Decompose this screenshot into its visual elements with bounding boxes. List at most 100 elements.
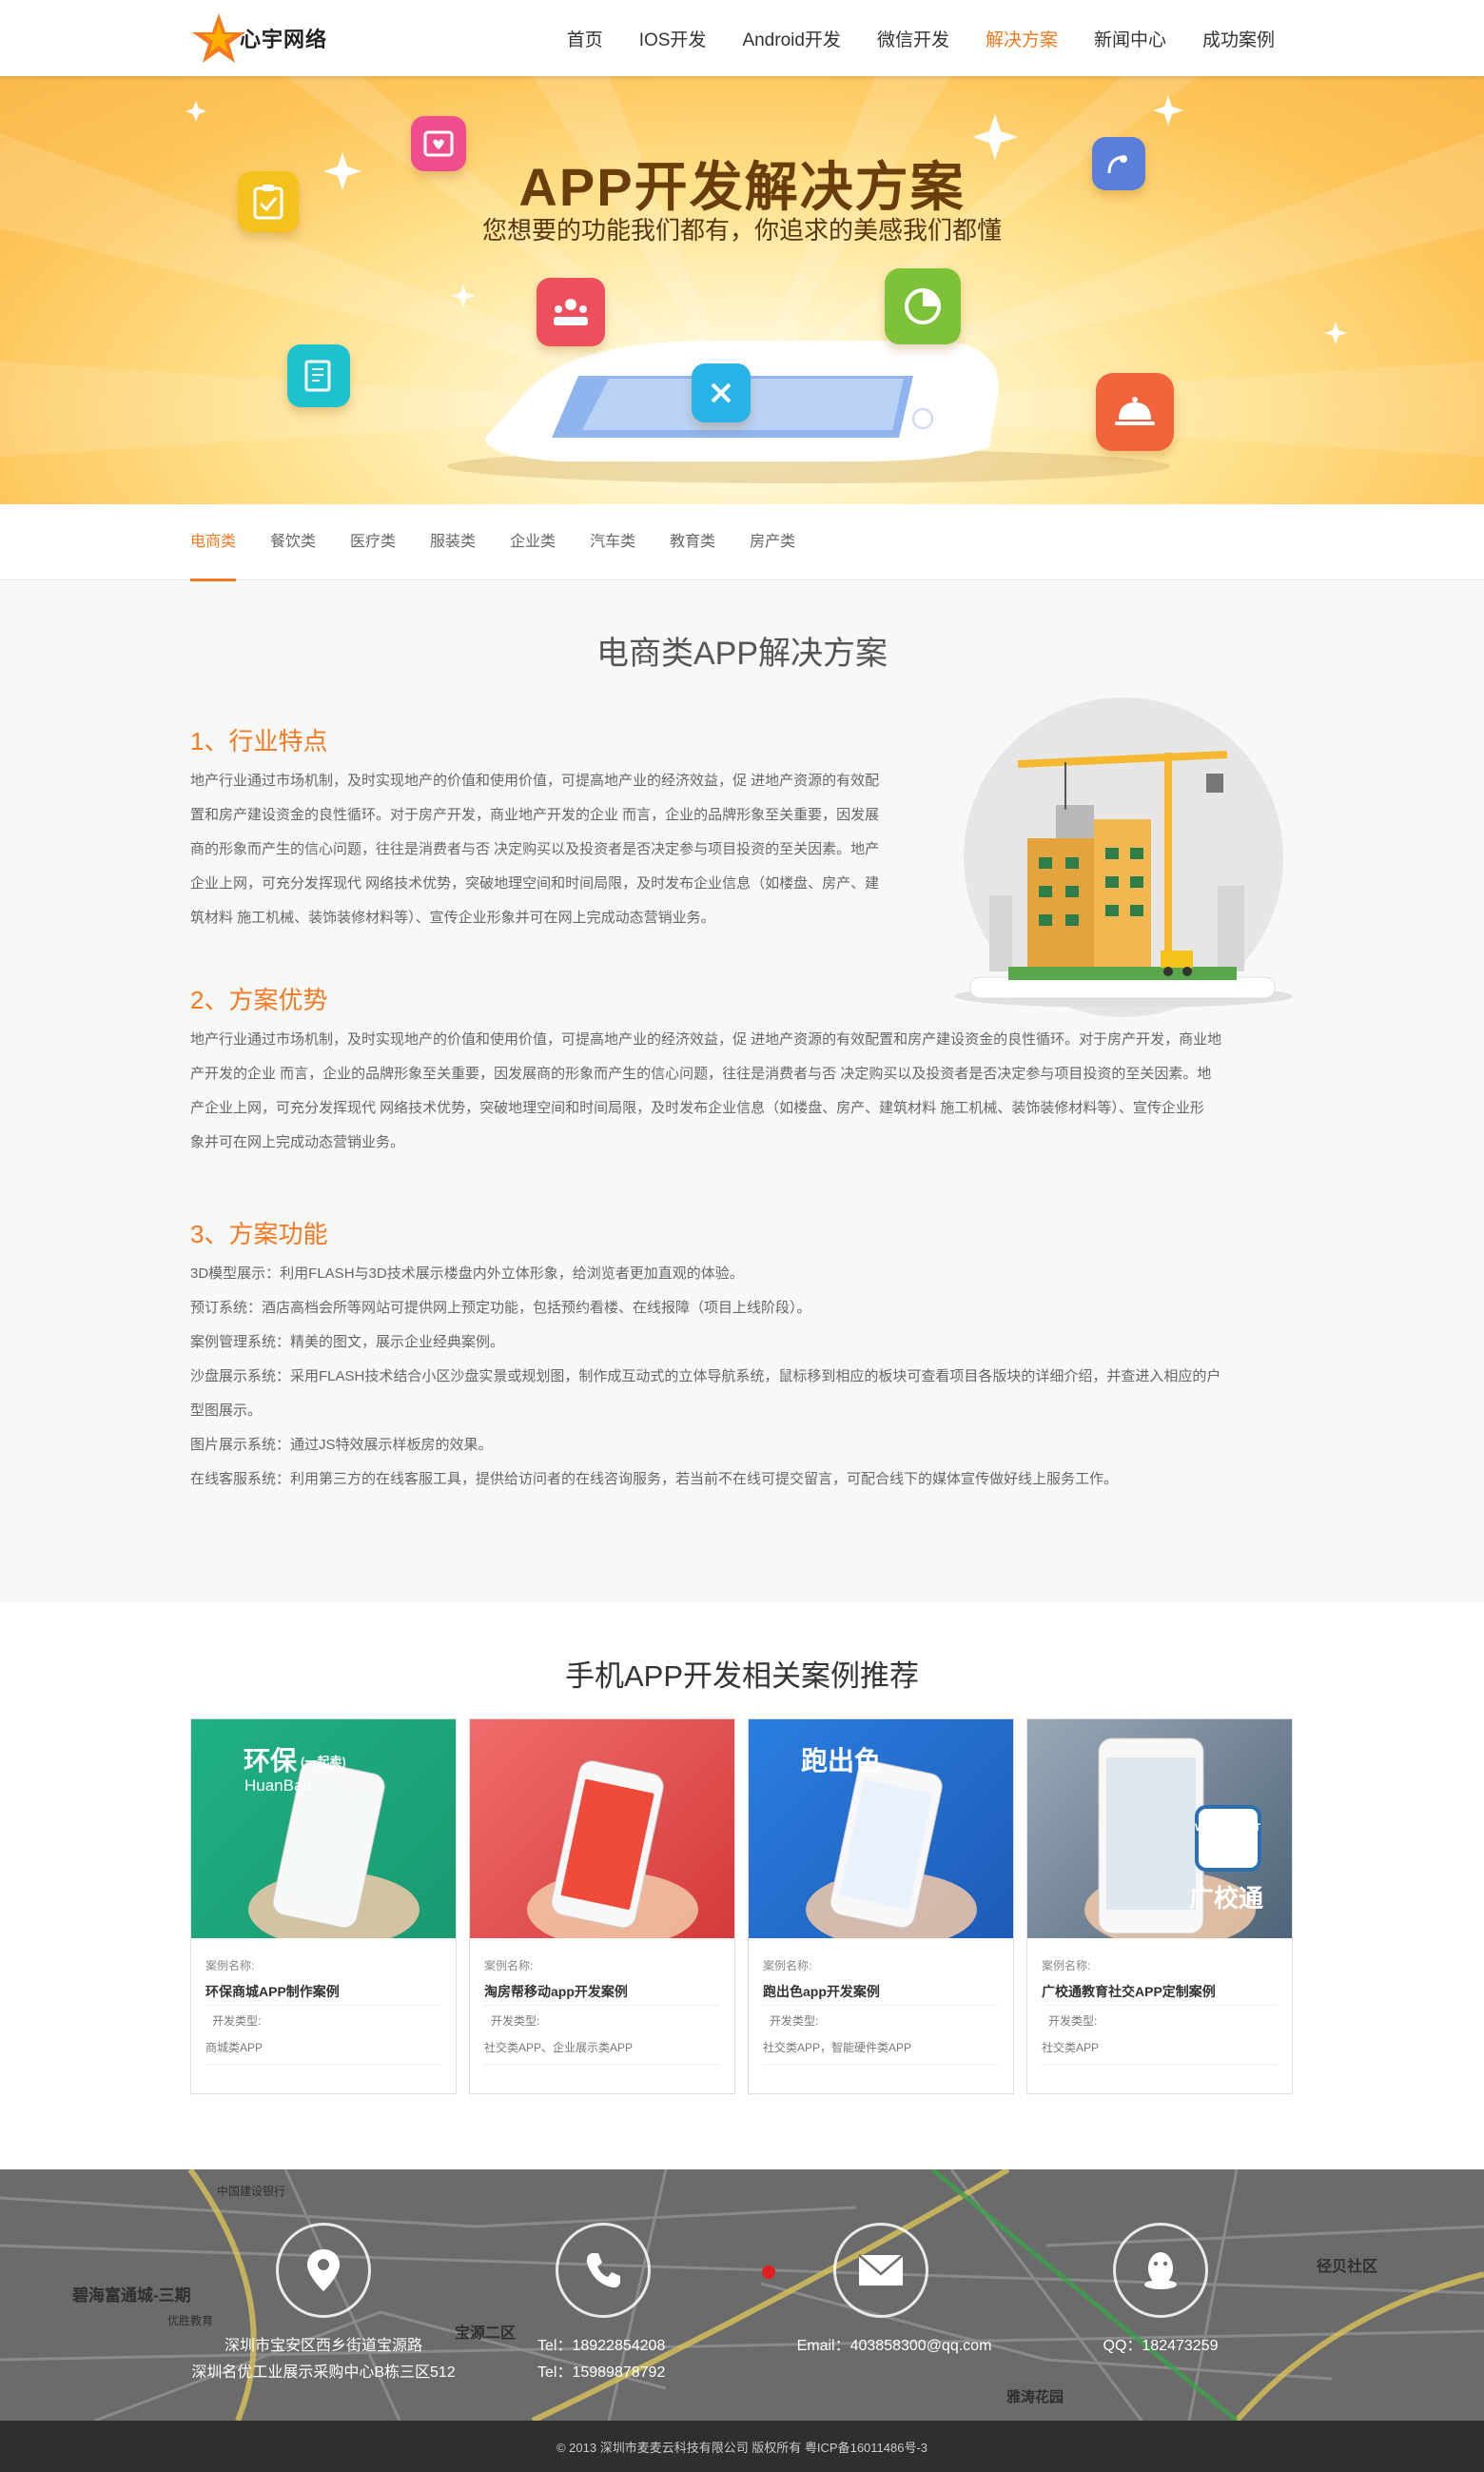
case-brand: 环保: [244, 1746, 298, 1776]
copyright-bar: © 2013 深圳市麦麦云科技有限公司 版权所有 粤ICP备16011486号-…: [0, 2421, 1484, 2472]
book-icon: [287, 344, 350, 407]
cases-title: 手机APP开发相关案例推荐: [564, 1659, 920, 1693]
satellite-dish-icon: [1092, 137, 1145, 190]
section-2-title: 2、方案优势: [190, 986, 328, 1014]
nav-item-2[interactable]: IOS开发: [639, 26, 707, 51]
phone-icon: [556, 2223, 651, 2318]
case-brand-en: HuanBao: [244, 1776, 312, 1795]
logo-text: 心宇网络: [240, 28, 328, 51]
case-brand: 跑出色: [801, 1746, 882, 1776]
s3-line: 在线客服系统：利用第三方的在线客服工具，提供给访问者的在线咨询服务，若当前不在线…: [190, 1471, 1119, 1487]
case-name[interactable]: 广校通教育社交APP定制案例: [1042, 1982, 1216, 2001]
category-tab-6[interactable]: 汽车类: [590, 504, 635, 580]
case-name-label: 案例名称:: [205, 1959, 255, 1972]
construction-illustration: [954, 697, 1293, 1017]
category-tabs: 电商类 餐饮类 医疗类 服装类 企业类 汽车类 教育类 房产类: [0, 504, 1484, 581]
case-card[interactable]: 广校通 WHATSCHAT 案例名称: 广校通教育社交APP定制案例 开发类型: …: [1026, 1718, 1293, 2094]
food-cloche-icon: [1096, 373, 1174, 451]
case-card[interactable]: 环保 (一起卖) HuanBao 案例名称: 环保商城APP制作案例 开发类型: 商…: [190, 1718, 457, 2094]
s1-line: 地产行业通过市场机制，及时实现地产的价值和使用价值，可提高地产业的经济效益，促 …: [190, 773, 880, 789]
category-tab-1[interactable]: 电商类: [190, 504, 237, 581]
case-type: 商城类APP: [205, 2041, 264, 2054]
nav-item-1[interactable]: 首页: [567, 26, 603, 51]
case-image: 环保 (一起卖) HuanBao: [191, 1719, 456, 1938]
case-type-label: 开发类型:: [491, 2014, 540, 2028]
solution-title: 电商类APP解决方案: [596, 636, 888, 672]
nav-item-6[interactable]: 新闻中心: [1094, 26, 1166, 51]
clipboard-icon: [238, 171, 299, 232]
category-tab-7[interactable]: 教育类: [670, 504, 715, 580]
category-tab-2[interactable]: 餐饮类: [270, 504, 316, 580]
site-logo[interactable]: 心宇网络: [190, 11, 327, 65]
section-2-text: 地产行业通过市场机制，及时实现地产的价值和使用价值，可提高地产业的经济效益，促 …: [190, 1023, 1303, 1160]
banner-subtitle: 您想要的功能我们都有，你追求的美感我们都懂: [481, 216, 1002, 245]
case-divider: [205, 2064, 441, 2065]
s3-line: 型图展示。: [190, 1403, 263, 1419]
case-card[interactable]: 案例名称: 淘房帮移动app开发案例 开发类型: 社交类APP、企业展示类APP: [469, 1718, 735, 2094]
category-tab-4[interactable]: 服装类: [430, 504, 476, 580]
case-name[interactable]: 跑出色app开发案例: [763, 1982, 880, 2001]
case-type-label: 开发类型:: [1048, 2014, 1098, 2028]
location-pin-icon: [276, 2223, 371, 2318]
case-brand: 广校通: [1189, 1884, 1264, 1913]
case-divider: [484, 2064, 720, 2065]
case-image: 跑出色: [749, 1719, 1013, 1938]
case-divider: [763, 2005, 999, 2006]
s2-line: 产开发的企业 而言，企业的品牌形象至关重要，因发展商的形象而产生的信心问题，往往…: [190, 1066, 1212, 1082]
site-header: 心宇网络 首页 IOS开发 Android开发 微信开发 解决方案 新闻中心 成功案例: [0, 0, 1484, 76]
case-divider: [763, 2064, 999, 2065]
case-divider: [484, 2005, 720, 2006]
category-tab-5[interactable]: 企业类: [510, 504, 556, 580]
case-divider: [1042, 2005, 1278, 2006]
case-brand-note: WHATSCHAT: [1195, 1822, 1261, 1834]
s1-line: 筑材料 施工机械、装饰装修材料等）、宣传企业形象并可在网上完成动态营销业务。: [190, 910, 715, 926]
footer-email[interactable]: Email：403858300@qq.com: [752, 2333, 1037, 2360]
footer-qq[interactable]: QQ：182473259: [1065, 2333, 1256, 2360]
meeting-people-icon: [537, 278, 605, 346]
case-divider: [1042, 2064, 1278, 2065]
s3-line: 预订系统：酒店高档会所等网站可提供网上预定功能，包括预约看楼、在线报障（项目上线…: [190, 1300, 811, 1316]
pie-chart-icon: [885, 268, 961, 344]
case-name[interactable]: 环保商城APP制作案例: [205, 1982, 340, 2001]
case-card[interactable]: 跑出色 案例名称: 跑出色app开发案例 开发类型: 社交类APP，智能硬件类A…: [748, 1718, 1014, 2094]
phone-in-hand-icon: [527, 1760, 698, 1938]
s3-line: 3D模型展示：利用FLASH与3D技术展示楼盘内外立体形象，给浏览者更加直观的体…: [190, 1265, 744, 1282]
case-image: [470, 1719, 734, 1938]
category-tab-3[interactable]: 医疗类: [350, 504, 396, 580]
section-1-title: 1、行业特点: [190, 727, 328, 755]
email-envelope-icon: [833, 2223, 928, 2318]
case-image: 广校通 WHATSCHAT: [1027, 1719, 1292, 1938]
s2-line: 产企业上网，可充分发挥现代 网络技术优势，突破地理空间和时间局限，及时发布企业信…: [190, 1100, 1204, 1116]
fork-knife-icon: [692, 363, 751, 422]
map-label: 径贝社区: [1317, 2259, 1378, 2275]
case-name-label: 案例名称:: [1042, 1959, 1091, 1972]
case-brand-note: (一起卖): [301, 1755, 346, 1769]
s1-line: 企业上网，可充分发挥现代 网络技术优势，突破地理空间和时间局限，及时发布企业信息…: [190, 875, 880, 892]
nav-item-3[interactable]: Android开发: [742, 26, 841, 51]
sunburst-rays: [0, 76, 1484, 483]
qq-penguin-icon: [1113, 2223, 1208, 2318]
nav-item-5[interactable]: 解决方案: [986, 26, 1058, 51]
footer-phones: Tel：18922854208 Tel：15989878792: [537, 2338, 666, 2381]
banner-title: APP开发解决方案: [518, 157, 966, 217]
case-divider: [205, 2005, 441, 2006]
case-type-label: 开发类型:: [770, 2014, 819, 2028]
copyright-text: © 2013 深圳市麦麦云科技有限公司 版权所有 粤ICP备16011486号-…: [556, 2441, 928, 2455]
map-label: 碧海富通城-三期: [72, 2286, 191, 2305]
case-name[interactable]: 淘房帮移动app开发案例: [484, 1982, 628, 2001]
footer-contact: 碧海富通城-三期 宝源二区 径贝社区 雅涛花园 中国建设银行 优胜教育 深圳市宝安区西乡街…: [0, 2169, 1484, 2421]
s3-line: 沙盘展示系统：采用FLASH技术结合小区沙盘实景或规划图，制作成互动式的立体导航…: [190, 1368, 1221, 1384]
section-3-text: 3D模型展示：利用FLASH与3D技术展示楼盘内外立体形象，给浏览者更加直观的体…: [190, 1257, 1303, 1497]
gift-card-icon: [411, 116, 466, 171]
s3-line: 图片展示系统：通过JS特效展示样板房的效果。: [190, 1437, 493, 1453]
case-type: 社交类APP，智能硬件类APP: [763, 2041, 912, 2054]
whatschat-badge-icon: [1195, 1805, 1261, 1872]
hero-banner: APP开发解决方案 您想要的功能我们都有，你追求的美感我们都懂: [0, 76, 1484, 504]
nav-item-4[interactable]: 微信开发: [877, 26, 949, 51]
category-tab-8[interactable]: 房产类: [750, 504, 795, 580]
s3-line: 案例管理系统：精美的图文，展示企业经典案例。: [190, 1334, 505, 1350]
case-type: 社交类APP、企业展示类APP: [484, 2041, 634, 2054]
s2-line: 地产行业通过市场机制，及时实现地产的价值和使用价值，可提高地产业的经济效益，促 …: [190, 1031, 1222, 1048]
nav-item-7[interactable]: 成功案例: [1202, 26, 1275, 51]
section-3-title: 3、方案功能: [190, 1220, 328, 1248]
